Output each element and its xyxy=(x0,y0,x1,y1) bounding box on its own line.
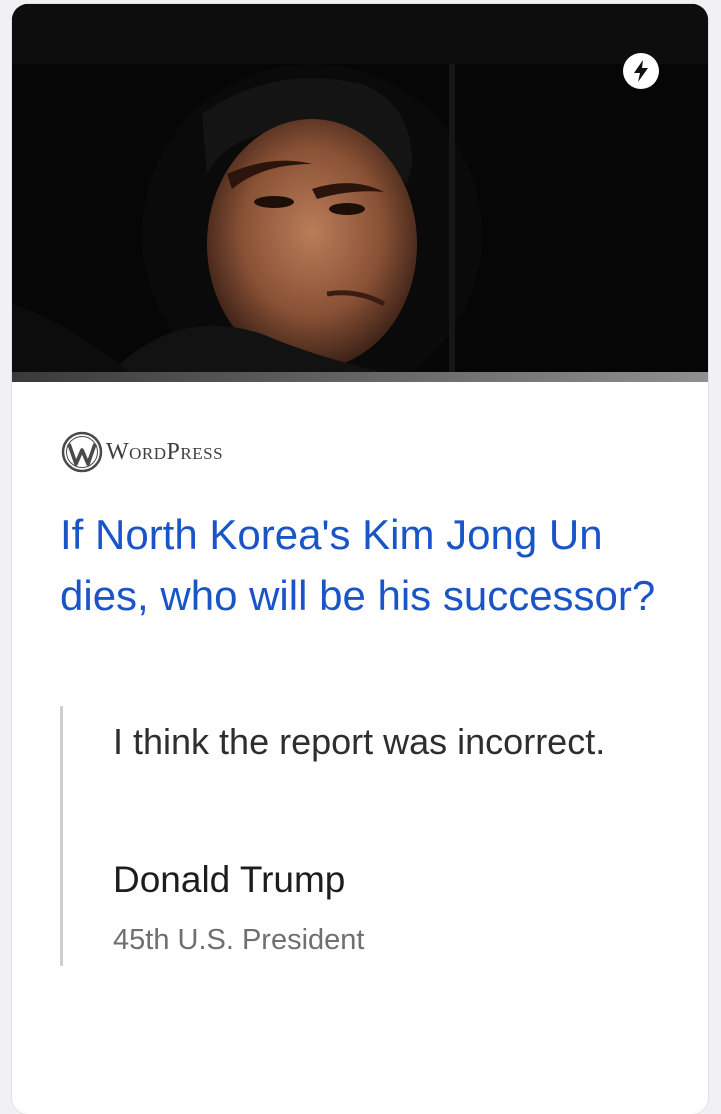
quote-author: Donald Trump xyxy=(113,859,346,900)
publisher-name: WordPress xyxy=(106,438,224,465)
quote-text: I think the report was incorrect. xyxy=(113,721,606,762)
amp-badge xyxy=(623,53,659,89)
article-thumbnail[interactable] xyxy=(12,4,708,382)
news-card[interactable]: WordPress If North Korea's Kim Jong Un d… xyxy=(12,4,708,1114)
quote-block: I think the report was incorrect. Donald… xyxy=(60,706,663,966)
publisher: WordPress xyxy=(61,430,223,474)
lightning-bolt-icon xyxy=(631,59,651,83)
portrait-image xyxy=(12,4,708,382)
quote-author-role: 45th U.S. President xyxy=(113,924,365,956)
article-headline[interactable]: If North Korea's Kim Jong Un dies, who w… xyxy=(60,504,660,626)
wordpress-logo-icon xyxy=(61,431,103,473)
